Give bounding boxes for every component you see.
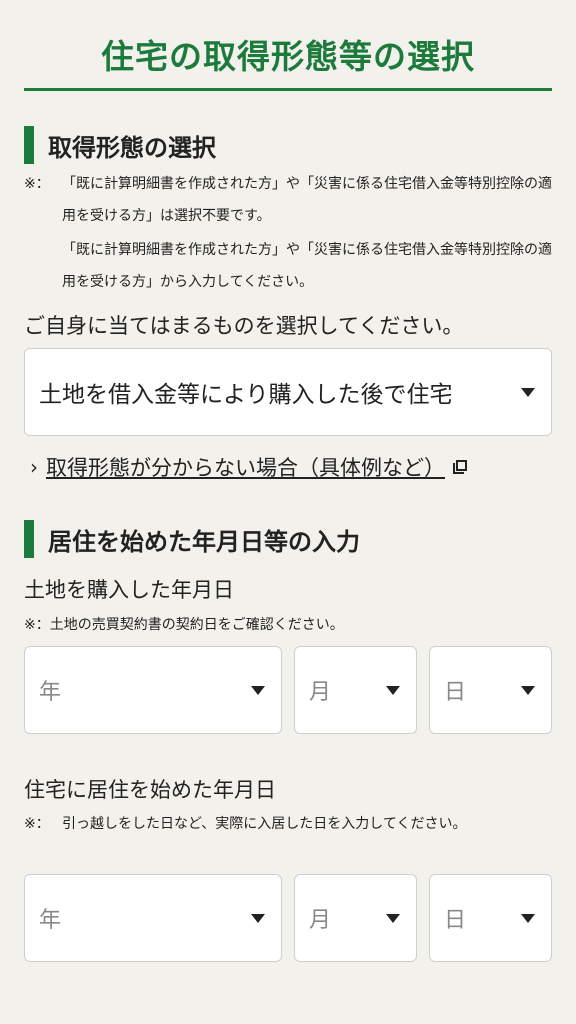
residence-day-select[interactable]: 日 (429, 874, 552, 962)
land-year-select[interactable]: 年 (24, 646, 282, 734)
chevron-down-icon (386, 685, 400, 695)
year-placeholder: 年 (39, 908, 62, 933)
chevron-down-icon (521, 387, 535, 397)
help-link-label: 取得形態が分からない場合（具体例など） (46, 456, 445, 480)
day-placeholder: 日 (444, 680, 467, 705)
section-heading-label: 居住を始めた年月日等の入力 (48, 527, 360, 556)
land-purchase-note: ※：土地の売買契約書の契約日をご確認ください。 (24, 617, 344, 633)
day-placeholder: 日 (444, 908, 467, 933)
land-month-select[interactable]: 月 (294, 646, 417, 734)
month-placeholder: 月 (309, 680, 332, 705)
land-purchase-date-label: 土地を購入した年月日 (24, 578, 234, 602)
residence-month-select[interactable]: 月 (294, 874, 417, 962)
section-heading-acquisition: 取得形態の選択 (24, 126, 216, 164)
land-day-select[interactable]: 日 (429, 646, 552, 734)
residence-year-select[interactable]: 年 (24, 874, 282, 962)
acquisition-type-select[interactable]: 土地を借入金等により購入した後で住宅 (24, 348, 552, 436)
page-title: 住宅の取得形態等の選択 (101, 37, 475, 76)
external-window-icon (453, 460, 467, 474)
residence-start-note: ※： 引っ越しをした日など、実際に入居した日を入力してください。 (24, 810, 544, 838)
residence-start-date-label: 住宅に居住を始めた年月日 (24, 778, 276, 802)
section-heading-move-in-date: 居住を始めた年月日等の入力 (24, 520, 360, 558)
year-placeholder: 年 (39, 680, 62, 705)
chevron-down-icon (521, 685, 535, 695)
chevron-right-icon: › (30, 455, 38, 479)
selection-prompt: ご自身に当てはまるものを選択してください。 (24, 314, 464, 338)
month-placeholder: 月 (309, 908, 332, 933)
section-heading-label: 取得形態の選択 (48, 133, 216, 162)
title-divider (24, 88, 552, 91)
note-mark: ※： (24, 176, 50, 192)
heading-accent-bar (24, 126, 34, 164)
note-text: 引っ越しをした日など、実際に入居した日を入力してください。 (62, 816, 467, 832)
note-text: 「既に計算明細書を作成された方」や「災害に係る住宅借入金等特別控除の適用を受ける… (62, 176, 552, 224)
chevron-down-icon (251, 685, 265, 695)
acquisition-help-link[interactable]: › 取得形態が分からない場合（具体例など） (30, 452, 467, 482)
chevron-down-icon (521, 913, 535, 923)
acquisition-type-value: 土地を借入金等により購入した後で住宅 (39, 382, 453, 408)
heading-accent-bar (24, 520, 34, 558)
note-input-from: 「既に計算明細書を作成された方」や「災害に係る住宅借入金等特別控除の適用を受ける… (62, 242, 552, 290)
chevron-down-icon (251, 913, 265, 923)
note-mark: ※： (24, 816, 50, 832)
note-selection-not-required: ※： 「既に計算明細書を作成された方」や「災害に係る住宅借入金等特別控除の適用を… (24, 168, 554, 232)
chevron-down-icon (386, 913, 400, 923)
